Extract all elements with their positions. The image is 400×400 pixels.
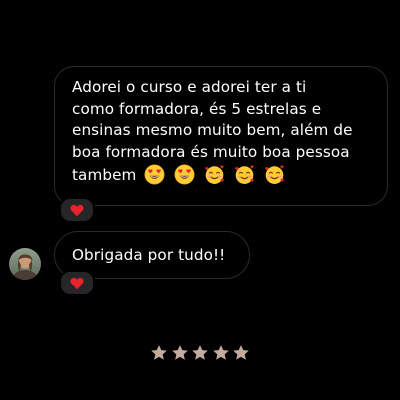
message-bubble[interactable]: Adorei o curso e adorei ter a ti como fo… [54,66,388,206]
message-reaction[interactable] [59,270,95,296]
message-text-line: Adorei o curso e adorei ter a ti [72,78,307,96]
message-text: Obrigada por tudo!! [72,246,226,264]
smiling-face-with-hearts-emoji [235,165,255,184]
message-reaction[interactable] [59,197,95,223]
heart-eyes-emoji [174,164,195,185]
red-heart-icon [70,204,84,216]
message-last-line: tambem [72,164,373,187]
message-text-line: tambem [72,165,137,184]
smiling-face-with-hearts-emoji [205,165,225,184]
message-text-line: boa formadora és muito boa pessoa [72,143,350,162]
star-icon [233,345,249,360]
avatar[interactable] [9,248,41,280]
message-text-line: ensinas mesmo muito bem, além de [72,121,353,140]
star-icon [171,345,188,360]
star-icon [212,345,229,360]
message-text-line: como formadora, és 5 estrelas e [72,99,322,118]
star-icon [192,345,208,360]
heart-eyes-emoji [144,164,165,185]
smiling-face-with-hearts-emoji [265,165,285,184]
emoji-row [144,164,289,187]
star-rating [150,343,250,363]
avatar-photo [9,248,41,280]
star-icon [151,345,167,360]
red-heart-icon [70,277,84,289]
